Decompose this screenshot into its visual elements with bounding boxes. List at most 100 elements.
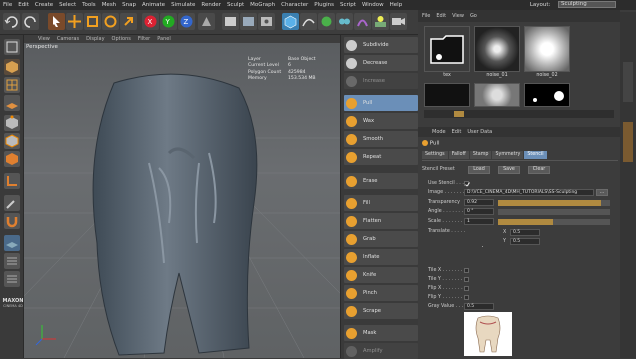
live-select-icon[interactable] xyxy=(120,13,137,30)
tweak-mode-icon[interactable] xyxy=(4,195,20,211)
tab-settings[interactable]: Settings xyxy=(422,151,448,159)
menu-snap[interactable]: Snap xyxy=(122,2,136,8)
increase-button[interactable]: Increase xyxy=(344,73,418,89)
tab-stamp[interactable]: Stamp xyxy=(469,151,492,159)
viewport-menu-display[interactable]: Display xyxy=(86,36,104,42)
decrease-button[interactable]: Decrease xyxy=(344,55,418,71)
menu-plugins[interactable]: Plugins xyxy=(314,2,334,8)
layout-selector[interactable]: Layout: Sculpting xyxy=(530,1,622,8)
menu-mograph[interactable]: MoGraph xyxy=(250,2,275,8)
flatten-brush-button[interactable]: Flatten xyxy=(344,213,418,229)
menu-file[interactable]: File xyxy=(3,2,12,8)
cb-menu-view[interactable]: View xyxy=(452,13,464,19)
erase-brush-button[interactable]: Erase xyxy=(344,173,418,189)
viewport-menu-filter[interactable]: Filter xyxy=(138,36,150,42)
thumbnail-noise-01[interactable] xyxy=(474,26,520,72)
grid-solo-icon[interactable] xyxy=(4,271,20,287)
enable-axis-icon[interactable] xyxy=(4,173,20,189)
coordinate-system-icon[interactable] xyxy=(198,13,215,30)
menu-render[interactable]: Render xyxy=(201,2,221,8)
layout-dropdown[interactable]: Sculpting xyxy=(558,1,616,8)
menu-script[interactable]: Script xyxy=(340,2,356,8)
viewport-menu-options[interactable]: Options xyxy=(112,36,131,42)
cube-primitive-icon[interactable] xyxy=(282,13,299,30)
wax-brush-button[interactable]: Wax xyxy=(344,113,418,129)
edges-mode-icon[interactable] xyxy=(4,133,20,149)
environment-icon[interactable] xyxy=(372,13,389,30)
scale-icon[interactable] xyxy=(84,13,101,30)
render-view-icon[interactable] xyxy=(222,13,239,30)
x-axis-icon[interactable]: X xyxy=(142,13,159,30)
am-menu-user-data[interactable]: User Data xyxy=(467,129,492,135)
amplify-brush-button[interactable]: Amplify xyxy=(344,343,418,359)
browse-button[interactable]: ... xyxy=(596,189,608,196)
array-icon[interactable] xyxy=(336,13,353,30)
menu-edit[interactable]: Edit xyxy=(18,2,29,8)
nurbs-icon[interactable] xyxy=(318,13,335,30)
render-settings-icon[interactable] xyxy=(258,13,275,30)
redo-icon[interactable] xyxy=(22,13,39,30)
workplane-icon[interactable] xyxy=(4,95,20,111)
angle-field[interactable]: 0 ° xyxy=(464,208,494,215)
grid-icon[interactable] xyxy=(4,253,20,269)
polygons-mode-icon[interactable] xyxy=(4,151,20,167)
inflate-brush-button[interactable]: Inflate xyxy=(344,249,418,265)
tab-stencil[interactable]: Stencil xyxy=(524,151,547,159)
workplane-lock-icon[interactable] xyxy=(4,235,20,251)
side-tab-attributes[interactable] xyxy=(623,122,633,162)
repeat-brush-button[interactable]: Repeat xyxy=(344,149,418,165)
render-picture-viewer-icon[interactable] xyxy=(240,13,257,30)
menu-mesh[interactable]: Mesh xyxy=(102,2,116,8)
z-axis-icon[interactable]: Z xyxy=(178,13,195,30)
deformer-icon[interactable] xyxy=(354,13,371,30)
translate-y-field[interactable]: 0.5 xyxy=(510,238,540,245)
cb-menu-go[interactable]: Go xyxy=(470,13,477,19)
load-button[interactable]: Load xyxy=(468,166,490,174)
scroll-handle[interactable] xyxy=(454,111,464,117)
tile-y-checkbox[interactable] xyxy=(464,277,469,282)
menu-animate[interactable]: Animate xyxy=(142,2,165,8)
move-icon[interactable] xyxy=(66,13,83,30)
pinch-brush-button[interactable]: Pinch xyxy=(344,285,418,301)
texture-mode-icon[interactable] xyxy=(4,77,20,93)
flip-x-checkbox[interactable] xyxy=(464,286,469,291)
flip-y-checkbox[interactable] xyxy=(464,295,469,300)
menu-simulate[interactable]: Simulate xyxy=(171,2,195,8)
scale-slider[interactable] xyxy=(498,219,610,225)
grab-brush-button[interactable]: Grab xyxy=(344,231,418,247)
menu-tools[interactable]: Tools xyxy=(82,2,96,8)
menu-character[interactable]: Character xyxy=(281,2,308,8)
points-mode-icon[interactable] xyxy=(4,115,20,131)
subdivide-button[interactable]: Subdivide xyxy=(344,37,418,53)
menu-window[interactable]: Window xyxy=(362,2,384,8)
thumbnail-stencil-c[interactable] xyxy=(524,83,570,107)
tile-x-checkbox[interactable] xyxy=(464,268,469,273)
thumbnail-noise-02[interactable] xyxy=(524,26,570,72)
use-stencil-checkbox[interactable] xyxy=(464,181,470,187)
thumbnail-stencil-b[interactable] xyxy=(474,83,520,107)
pen-spline-icon[interactable] xyxy=(300,13,317,30)
camera-icon[interactable] xyxy=(390,13,407,30)
viewport-menu-panel[interactable]: Panel xyxy=(157,36,171,42)
content-browser-scrollbar[interactable] xyxy=(424,110,614,118)
tab-symmetry[interactable]: Symmetry xyxy=(492,151,524,159)
angle-slider[interactable] xyxy=(498,209,610,215)
am-menu-mode[interactable]: Mode xyxy=(432,129,446,135)
side-tab-objects[interactable] xyxy=(623,62,633,102)
viewport[interactable]: Perspective Layer Base Object Current Lev… xyxy=(24,43,340,358)
scale-field[interactable]: 1 xyxy=(464,218,494,225)
menu-create[interactable]: Create xyxy=(35,2,53,8)
cb-menu-edit[interactable]: Edit xyxy=(436,13,446,19)
rotate-icon[interactable] xyxy=(102,13,119,30)
snap-icon[interactable] xyxy=(4,213,20,229)
model-mode-icon[interactable] xyxy=(4,59,20,75)
viewport-menu-cameras[interactable]: Cameras xyxy=(57,36,79,42)
thumbnail-folder[interactable] xyxy=(424,26,470,72)
fill-brush-button[interactable]: Fill xyxy=(344,195,418,211)
pull-brush-button[interactable]: Pull xyxy=(344,95,418,111)
select-icon[interactable] xyxy=(48,13,65,30)
knife-brush-button[interactable]: Knife xyxy=(344,267,418,283)
clear-button[interactable]: Clear xyxy=(528,166,550,174)
tab-falloff[interactable]: Falloff xyxy=(448,151,469,159)
am-menu-edit[interactable]: Edit xyxy=(452,129,462,135)
